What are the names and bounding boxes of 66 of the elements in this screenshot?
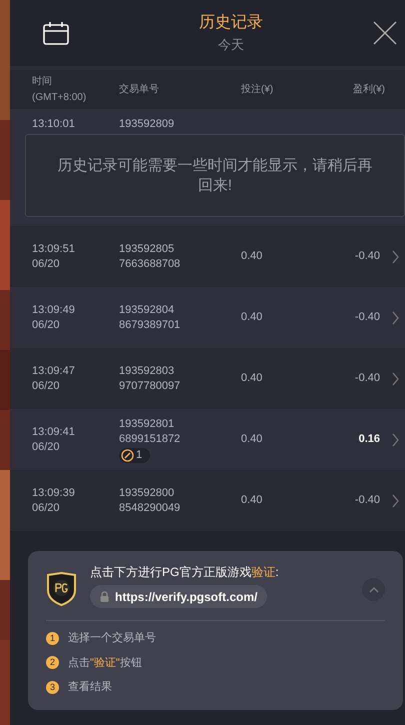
date-text: 06/20 (32, 440, 61, 454)
order-number: 193592803 (119, 364, 176, 378)
order-number: 193592804 (119, 302, 176, 318)
time-text: 13:09:49 (32, 302, 76, 318)
chevron-right-icon[interactable] (392, 494, 399, 508)
time-text: 13:10:01 (32, 117, 76, 132)
history-row[interactable]: 13:09:41 06/20 193592801 6899151872 1 0.40 0.16 (10, 409, 405, 470)
time-text: 13:09:41 (32, 424, 76, 440)
order-number: 193592800 (119, 486, 176, 500)
order-number: 193592809 (119, 117, 176, 132)
close-icon[interactable] (373, 21, 397, 45)
order-number: 6899151872 (119, 432, 182, 446)
calendar-icon[interactable] (43, 21, 69, 45)
step-text: 点击"验证"按钮 (68, 656, 142, 670)
history-row[interactable]: 13:09:39 06/20 193592800 8548290049 0.40 -0.40 (10, 470, 405, 531)
chevron-right-icon[interactable] (392, 310, 399, 324)
order-number: 193592805 (119, 242, 176, 256)
history-row[interactable]: 13:09:51 06/20 193592805 7663688708 0.40 -0.40 (10, 226, 405, 287)
chevron-right-icon[interactable] (392, 432, 399, 446)
column-header: (GMT+8:00) (32, 90, 88, 104)
bet-amount: 0.40 (241, 249, 264, 264)
history-row[interactable]: 13:09:49 06/20 193592804 8679389701 0.40 -0.40 (10, 287, 405, 348)
bet-amount: 0.40 (241, 371, 264, 386)
history-row[interactable]: 13:09:47 06/20 193592803 9707780097 0.40 -0.40 (10, 348, 405, 409)
header-subtitle: 今天 (218, 36, 244, 54)
order-number: 8679389701 (119, 318, 182, 332)
order-number: 9707780097 (119, 378, 182, 394)
date-text: 06/20 (32, 500, 61, 516)
time-text: 13:09:39 (32, 486, 76, 500)
chevron-up-icon (368, 586, 378, 592)
order-number: 8548290049 (119, 500, 182, 516)
step-number: 2 (46, 656, 59, 670)
chevron-right-icon[interactable] (392, 372, 399, 386)
step-text: 查看结果 (68, 680, 112, 695)
step-number: 1 (46, 632, 59, 645)
history-row[interactable]: 13:10:01 193592809 历史记录可能需要一些时间才能显示，请稍后再回来! (10, 109, 405, 226)
verify-link[interactable]: https://verify.pgsoft.com/ (90, 585, 268, 608)
notice-toast: 历史记录可能需要一些时间才能显示，请稍后再回来! (25, 134, 405, 217)
bet-amount: 0.40 (241, 310, 264, 326)
shield-icon (46, 572, 77, 606)
order-number: 7663688708 (119, 256, 182, 272)
profit-amount: 0.16 (358, 432, 380, 448)
date-text: 06/20 (32, 378, 61, 394)
lock-icon (100, 591, 109, 602)
free-spin-badge: 1 (119, 448, 150, 462)
column-header: 交易单号 (119, 82, 160, 97)
column-header: 投注(¥) (241, 82, 274, 97)
verify-title: 点击下方进行PG官方正版游戏验证: (90, 564, 280, 581)
collapse-button[interactable] (362, 578, 385, 601)
column-header: 时间 (32, 74, 53, 88)
column-header: 盈利(¥) (352, 82, 385, 97)
profit-amount: -0.40 (354, 310, 380, 326)
bet-amount: 0.40 (241, 493, 264, 508)
date-text: 06/20 (32, 318, 61, 332)
profit-amount: -0.40 (354, 249, 380, 264)
step-text: 选择一个交易单号 (68, 630, 156, 646)
step-number: 3 (46, 680, 59, 694)
order-number: 193592801 (119, 416, 176, 432)
date-text: 06/20 (32, 256, 61, 272)
time-text: 13:09:47 (32, 364, 76, 378)
time-text: 13:09:51 (32, 242, 76, 256)
profit-amount: -0.40 (354, 493, 380, 508)
header-title: 历史记录 (199, 12, 263, 34)
profit-amount: -0.40 (354, 371, 380, 386)
chevron-right-icon[interactable] (392, 250, 399, 264)
bet-amount: 0.40 (241, 432, 264, 448)
